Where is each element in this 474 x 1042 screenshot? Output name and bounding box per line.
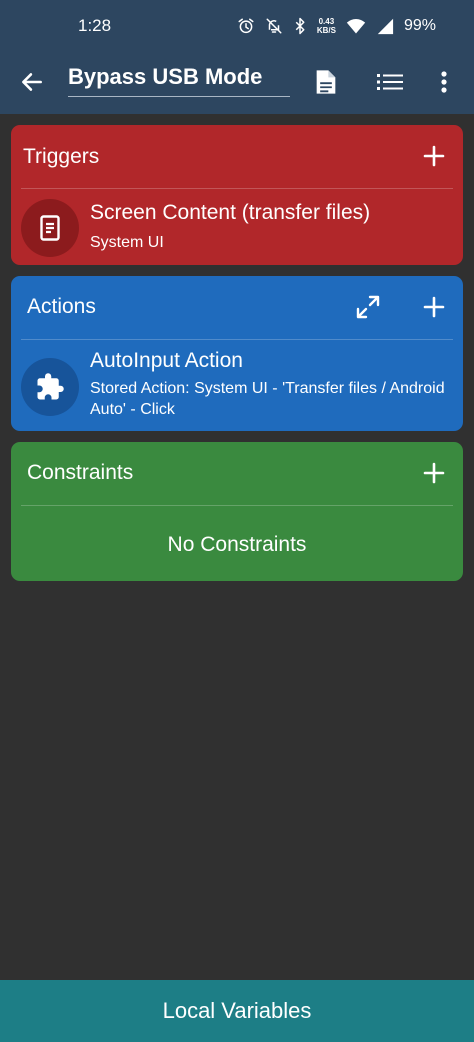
plus-icon	[423, 145, 445, 167]
status-bar: 1:28 0.43 KB/S 99%	[0, 0, 474, 54]
constraints-title: Constraints	[27, 461, 134, 484]
overflow-menu-button[interactable]	[424, 62, 464, 102]
divider	[21, 188, 453, 189]
signal-icon	[376, 17, 394, 35]
alarm-icon	[237, 17, 255, 35]
expand-actions-button[interactable]	[351, 290, 385, 324]
wifi-icon	[346, 17, 366, 35]
action-item-subtitle: Stored Action: System UI - 'Transfer fil…	[90, 380, 445, 418]
triggers-header: Triggers	[11, 125, 463, 188]
plus-icon	[423, 296, 445, 318]
triggers-title: Triggers	[23, 145, 100, 168]
trigger-item-title: Screen Content (transfer files)	[90, 201, 371, 224]
toolbar: Bypass USB Mode	[0, 54, 474, 114]
constraints-header: Constraints	[11, 442, 463, 505]
back-button[interactable]	[14, 64, 50, 100]
network-speed-value: 0.43	[318, 17, 335, 26]
add-constraint-button[interactable]	[417, 456, 451, 490]
expand-icon	[356, 295, 380, 319]
macro-name-input[interactable]: Bypass USB Mode	[68, 62, 290, 97]
no-constraints-text: No Constraints	[167, 533, 307, 556]
network-speed-unit: KB/S	[316, 26, 336, 35]
macro-editor-screen: 1:28 0.43 KB/S 99% Bypass USB Mode Trigg…	[0, 0, 474, 1042]
constraints-card: Constraints No Constraints	[11, 442, 463, 581]
app-bar: 1:28 0.43 KB/S 99% Bypass USB Mode	[0, 0, 474, 114]
trigger-icon-badge	[21, 199, 79, 257]
action-item-title: AutoInput Action	[90, 349, 243, 372]
triggers-card: Triggers Screen Content (transfer files)…	[11, 125, 463, 265]
notifications-off-icon	[265, 17, 283, 35]
document-icon	[316, 70, 336, 94]
arrow-left-icon	[22, 73, 42, 91]
actions-card: Actions AutoInput Action Stored Action: …	[11, 276, 463, 431]
puzzle-icon	[37, 373, 64, 400]
bluetooth-icon	[293, 17, 307, 35]
trigger-item-subtitle: System UI	[90, 234, 164, 251]
actions-header: Actions	[11, 276, 463, 339]
local-variables-label: Local Variables	[162, 998, 312, 1023]
add-trigger-button[interactable]	[417, 139, 451, 173]
status-icons: 0.43 KB/S 99%	[237, 14, 436, 38]
actions-title: Actions	[27, 295, 96, 318]
local-variables-button[interactable]: Local Variables	[0, 980, 474, 1042]
list-view-button[interactable]	[370, 62, 410, 102]
battery-level: 99%	[403, 17, 436, 34]
network-speed: 0.43 KB/S	[317, 17, 336, 35]
plus-icon	[423, 462, 445, 484]
list-icon	[377, 74, 403, 90]
action-icon-badge	[21, 358, 79, 416]
more-vert-icon	[441, 71, 447, 93]
add-action-button[interactable]	[417, 290, 451, 324]
screen-content-icon	[40, 215, 60, 241]
divider	[21, 505, 453, 506]
status-time: 1:28	[78, 16, 112, 35]
description-button[interactable]	[306, 62, 346, 102]
divider	[21, 339, 453, 340]
